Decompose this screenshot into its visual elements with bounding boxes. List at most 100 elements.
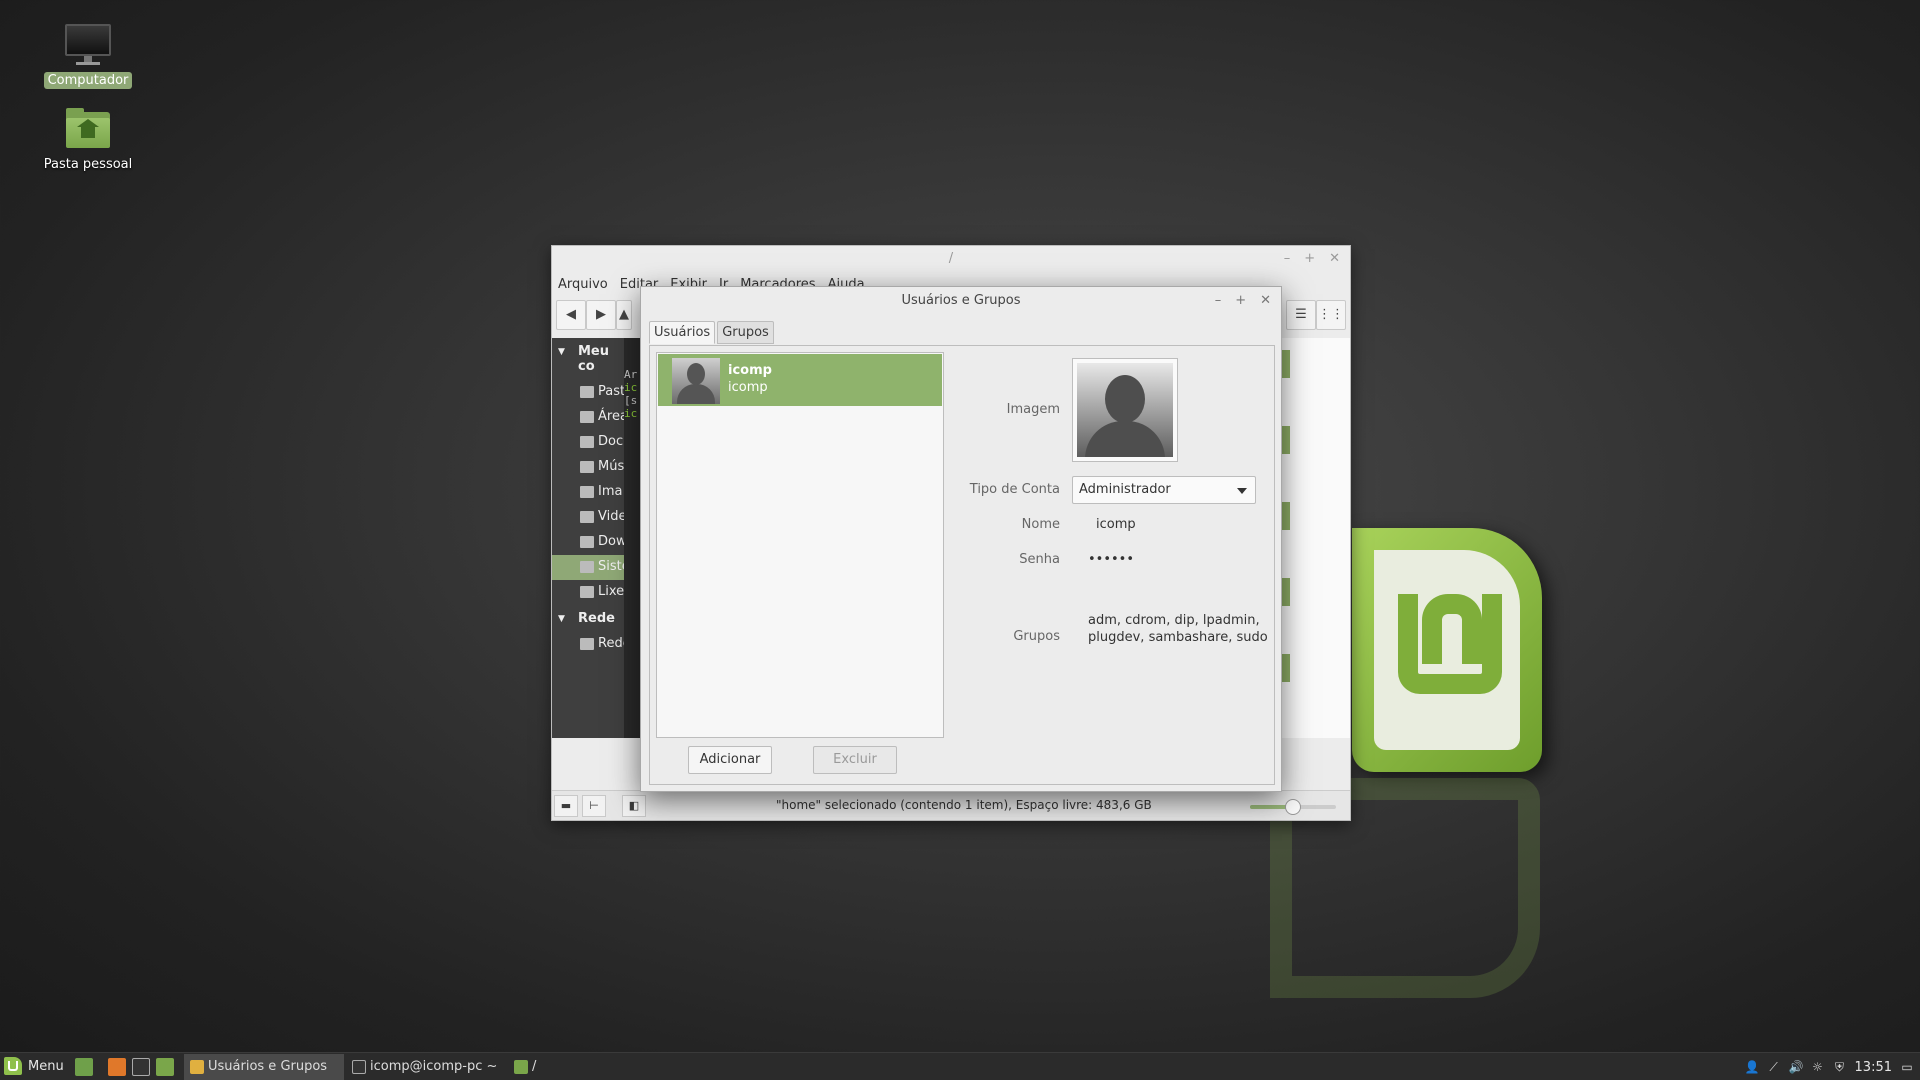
groups-line: plugdev, sambashare, sudo bbox=[1088, 630, 1268, 645]
sidebar-item-label: Lixe bbox=[598, 584, 624, 599]
groups-value[interactable]: adm, cdrom, dip, lpadmin, plugdev, samba… bbox=[1088, 612, 1268, 646]
sidebar-item-lixeira[interactable]: Lixe bbox=[552, 580, 624, 605]
show-desktop-icon[interactable]: ▭ bbox=[1900, 1060, 1914, 1074]
compact-view-icon[interactable]: ⋮⋮ bbox=[1316, 300, 1346, 330]
network-icon[interactable]: ⟋ bbox=[1767, 1060, 1781, 1074]
users-icon bbox=[190, 1060, 204, 1074]
sidebar-item-musica[interactable]: Mús bbox=[552, 455, 624, 480]
task-usuarios-grupos[interactable]: Usuários e Grupos bbox=[184, 1054, 344, 1080]
folder-icon bbox=[1282, 426, 1290, 454]
sidebar-item-label: Vide bbox=[598, 509, 624, 524]
terminal-icon[interactable] bbox=[132, 1058, 150, 1076]
menu-button[interactable]: Menu bbox=[4, 1057, 64, 1075]
show-desktop-icon[interactable] bbox=[75, 1058, 93, 1076]
sidebar-item-sistema[interactable]: Siste bbox=[552, 555, 624, 580]
desktop-icon-computer[interactable]: Computador bbox=[33, 20, 143, 89]
sidebar-item-imagens[interactable]: Ima bbox=[552, 480, 624, 505]
desktop-icon bbox=[580, 411, 594, 423]
add-user-button[interactable]: Adicionar bbox=[688, 746, 772, 774]
task-label: / bbox=[532, 1059, 537, 1074]
sidebar-item-videos[interactable]: Vide bbox=[552, 505, 624, 530]
task-terminal[interactable]: icomp@icomp-pc ~ bbox=[346, 1054, 506, 1080]
sidebar-item-rede[interactable]: Rede bbox=[552, 632, 624, 657]
task-label: Usuários e Grupos bbox=[208, 1059, 328, 1074]
list-view-icon[interactable]: ☰ bbox=[1286, 300, 1316, 330]
folder-icon bbox=[580, 436, 594, 448]
user-avatar-icon bbox=[672, 358, 720, 404]
brightness-icon[interactable]: ☼ bbox=[1811, 1060, 1825, 1074]
network-icon bbox=[580, 638, 594, 650]
sidebar-item-label: Doc bbox=[598, 434, 624, 449]
hide-sidebar-icon[interactable]: ◧ bbox=[622, 795, 646, 817]
tab-grupos[interactable]: Grupos bbox=[717, 321, 774, 344]
user-login: icomp bbox=[728, 380, 768, 395]
users-panel: icomp icomp Adicionar Excluir Imagem Tip… bbox=[649, 345, 1275, 785]
back-arrow-icon[interactable]: ◀ bbox=[556, 300, 586, 330]
name-label: Nome bbox=[1021, 517, 1060, 532]
task-label: icomp@icomp-pc ~ bbox=[370, 1059, 498, 1074]
computer-icon bbox=[64, 20, 112, 68]
desktop-icon-label: Pasta pessoal bbox=[43, 157, 133, 172]
linux-mint-logo bbox=[1352, 528, 1542, 772]
zoom-slider[interactable] bbox=[1250, 799, 1336, 815]
files-icon[interactable] bbox=[156, 1058, 174, 1076]
folder-icon bbox=[580, 536, 594, 548]
tab-usuarios[interactable]: Usuários bbox=[649, 321, 716, 344]
terminal-icon bbox=[352, 1060, 366, 1074]
close-icon[interactable]: ✕ bbox=[1329, 246, 1340, 272]
name-value[interactable]: icomp bbox=[1096, 517, 1136, 532]
folder-icon bbox=[580, 486, 594, 498]
volume-icon[interactable]: 🔊 bbox=[1789, 1060, 1804, 1074]
up-arrow-icon[interactable]: ▲ bbox=[616, 300, 632, 330]
folder-icon bbox=[580, 511, 594, 523]
folder-icon bbox=[580, 461, 594, 473]
user-icon[interactable]: 👤 bbox=[1745, 1060, 1760, 1074]
sidebar-item-documentos[interactable]: Doc bbox=[552, 430, 624, 455]
sidebar-item-label: Past bbox=[598, 384, 624, 399]
maximize-icon[interactable]: + bbox=[1235, 287, 1246, 314]
clock[interactable]: 13:51 bbox=[1855, 1060, 1892, 1075]
home-folder-icon bbox=[64, 104, 112, 152]
shield-icon[interactable]: ⛨ bbox=[1833, 1060, 1847, 1074]
taskbar: Menu Usuários e Grupos icomp@icomp-pc ~ … bbox=[0, 1052, 1920, 1080]
password-value[interactable]: •••••• bbox=[1088, 552, 1134, 567]
menu-label: Menu bbox=[28, 1058, 64, 1074]
tree-toggle-icon[interactable]: ⊢ bbox=[582, 795, 606, 817]
sidebar-item-area[interactable]: Área bbox=[552, 405, 624, 430]
minimize-icon[interactable]: – bbox=[1284, 246, 1291, 272]
fm-titlebar[interactable]: / – + ✕ bbox=[552, 246, 1350, 272]
mint-menu-icon bbox=[4, 1057, 22, 1075]
user-list[interactable]: icomp icomp bbox=[656, 352, 944, 738]
folder-icon bbox=[1282, 654, 1290, 682]
groups-line: adm, cdrom, dip, lpadmin, bbox=[1088, 613, 1260, 628]
forward-arrow-icon[interactable]: ▶ bbox=[586, 300, 616, 330]
close-icon[interactable]: ✕ bbox=[1260, 287, 1271, 314]
sidebar-item-label: Mús bbox=[598, 459, 624, 474]
maximize-icon[interactable]: + bbox=[1304, 246, 1315, 272]
sidebar-item-pasta[interactable]: Past bbox=[552, 380, 624, 405]
user-image-button[interactable] bbox=[1072, 358, 1178, 462]
minimize-icon[interactable]: – bbox=[1215, 287, 1222, 314]
zoom-slider-handle[interactable] bbox=[1285, 799, 1301, 815]
chevron-down-icon bbox=[1237, 488, 1247, 494]
sidebar-section-network[interactable]: Rede bbox=[552, 605, 624, 632]
drive-icon bbox=[580, 561, 594, 573]
task-file-manager[interactable]: / bbox=[508, 1054, 668, 1080]
user-silhouette-icon bbox=[1077, 363, 1173, 457]
account-type-label: Tipo de Conta bbox=[969, 482, 1060, 497]
places-toggle-icon[interactable]: ▬ bbox=[554, 795, 578, 817]
sidebar-item-label: Área bbox=[598, 409, 624, 424]
users-groups-dialog: Usuários e Grupos – + ✕ Usuários Grupos … bbox=[640, 286, 1282, 792]
firefox-icon[interactable] bbox=[108, 1058, 126, 1076]
desktop-icon-home-folder[interactable]: Pasta pessoal bbox=[33, 104, 143, 173]
sidebar-item-label: Dow bbox=[598, 534, 624, 549]
user-row[interactable]: icomp icomp bbox=[658, 354, 942, 406]
image-label: Imagem bbox=[1006, 402, 1060, 417]
dialog-titlebar[interactable]: Usuários e Grupos – + ✕ bbox=[641, 287, 1281, 314]
sidebar-item-downloads[interactable]: Dow bbox=[552, 530, 624, 555]
system-tray: 👤 ⟋ 🔊 ☼ ⛨ 13:51 ▭ bbox=[1745, 1053, 1914, 1080]
delete-user-button[interactable]: Excluir bbox=[813, 746, 897, 774]
sidebar-section-computer[interactable]: Meu co bbox=[552, 338, 624, 380]
account-type-select[interactable]: Administrador bbox=[1072, 476, 1256, 504]
menu-arquivo[interactable]: Arquivo bbox=[558, 277, 608, 292]
